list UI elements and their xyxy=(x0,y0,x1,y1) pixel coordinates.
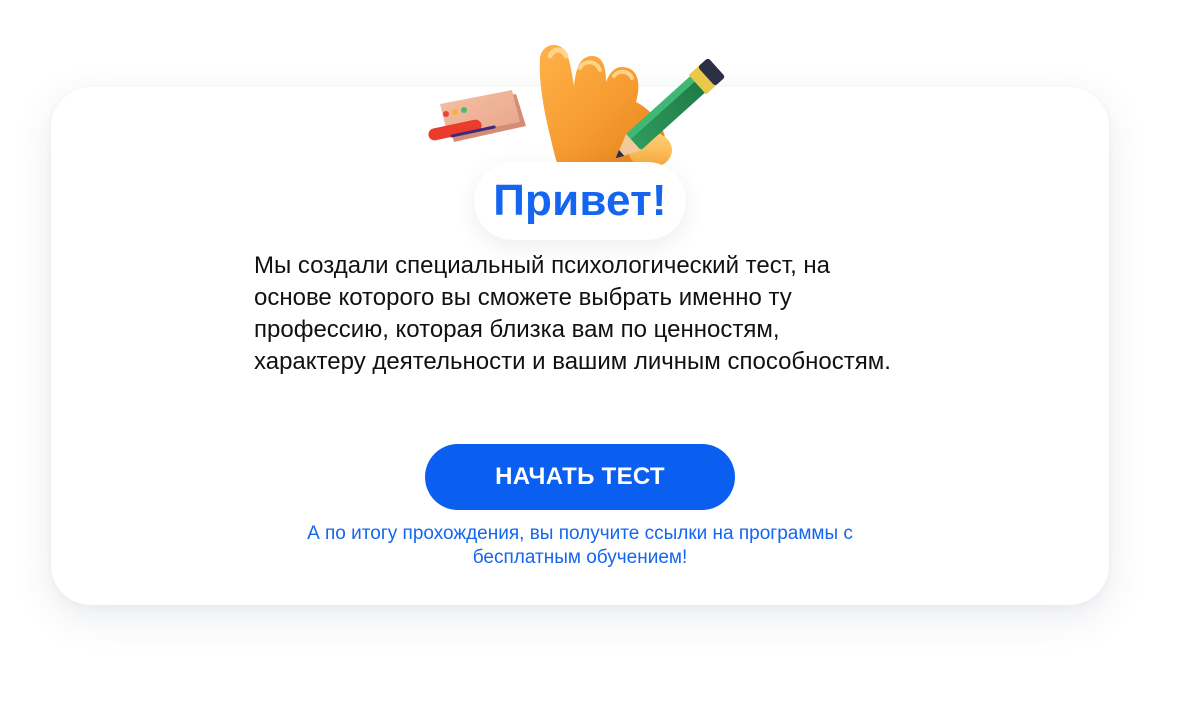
greeting-badge: Привет! xyxy=(474,162,686,240)
page-title: Привет! xyxy=(493,176,667,225)
result-note: А по итогу прохождения, вы получите ссыл… xyxy=(307,523,853,568)
hand-with-pencil-illustration xyxy=(428,44,725,168)
hand-icon xyxy=(539,44,672,168)
intro-text: Мы создали специальный психологический т… xyxy=(254,252,891,375)
start-test-button[interactable]: НАЧАТЬ ТЕСТ xyxy=(425,444,735,510)
card-icon xyxy=(428,90,526,142)
page: Привет! Мы создали специальный психологи… xyxy=(0,0,1185,702)
